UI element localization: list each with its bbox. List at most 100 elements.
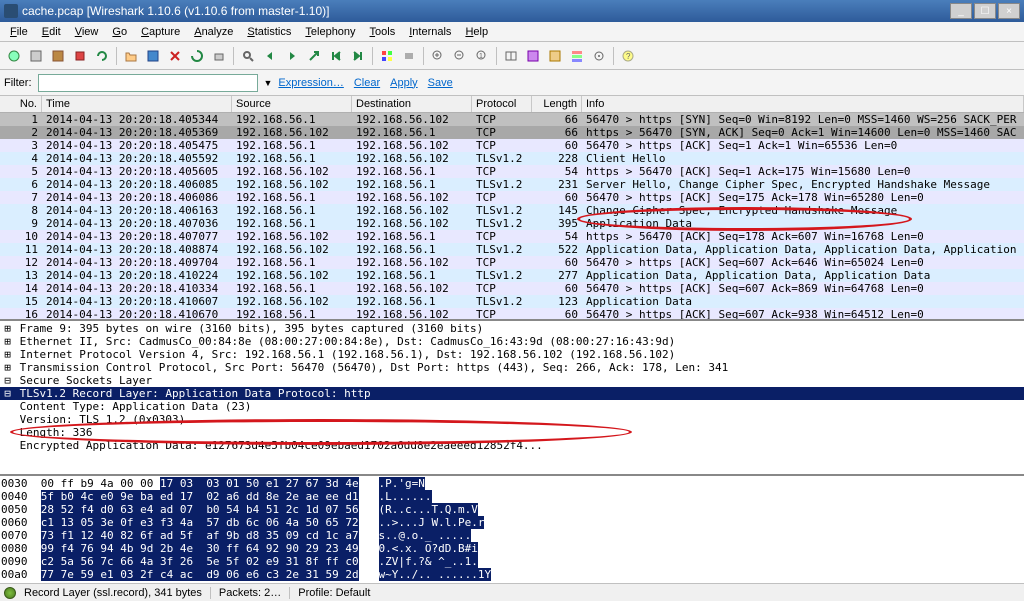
menu-edit[interactable]: Edit	[36, 24, 67, 40]
reload-icon[interactable]	[187, 46, 207, 66]
maximize-button[interactable]: ☐	[974, 3, 996, 19]
minimize-button[interactable]: _	[950, 3, 972, 19]
stop-icon[interactable]	[70, 46, 90, 66]
detail-line[interactable]: ⊟ TLSv1.2 Record Layer: Application Data…	[0, 387, 1024, 400]
packet-row[interactable]: 72014-04-13 20:20:18.406086192.168.56.11…	[0, 191, 1024, 204]
close-button[interactable]: ×	[998, 3, 1020, 19]
colorize-icon[interactable]	[377, 46, 397, 66]
hex-line[interactable]: 00a0 77 7e 59 e1 03 2f c4 ac d9 06 e6 c3…	[1, 568, 1023, 581]
packet-row[interactable]: 12014-04-13 20:20:18.405344192.168.56.11…	[0, 113, 1024, 126]
col-time[interactable]: Time	[42, 96, 232, 112]
hex-line[interactable]: 0080 99 f4 76 94 4b 9d 2b 4e 30 ff 64 92…	[1, 542, 1023, 555]
prefs-icon[interactable]	[589, 46, 609, 66]
detail-line[interactable]: Content Type: Application Data (23)	[0, 400, 1024, 413]
expression-link[interactable]: Expression…	[278, 77, 343, 89]
open-icon[interactable]	[121, 46, 141, 66]
packet-row[interactable]: 62014-04-13 20:20:18.406085192.168.56.10…	[0, 178, 1024, 191]
hex-line[interactable]: 0060 c1 13 05 3e 0f e3 f3 4a 57 db 6c 06…	[1, 516, 1023, 529]
menu-internals[interactable]: Internals	[403, 24, 457, 40]
goto-icon[interactable]	[304, 46, 324, 66]
menu-statistics[interactable]: Statistics	[241, 24, 297, 40]
app-icon	[4, 4, 18, 18]
detail-line[interactable]: Encrypted Application Data: e127673d4e5f…	[0, 439, 1024, 452]
packet-row[interactable]: 132014-04-13 20:20:18.410224192.168.56.1…	[0, 269, 1024, 282]
packet-row[interactable]: 142014-04-13 20:20:18.410334192.168.56.1…	[0, 282, 1024, 295]
zoom-out-icon[interactable]	[450, 46, 470, 66]
menu-view[interactable]: View	[69, 24, 105, 40]
filter-label: Filter:	[4, 77, 32, 89]
status-packets: Packets: 2…	[219, 587, 290, 599]
col-info[interactable]: Info	[582, 96, 1024, 112]
packet-row[interactable]: 112014-04-13 20:20:18.408874192.168.56.1…	[0, 243, 1024, 256]
zoom-reset-icon[interactable]: 1	[472, 46, 492, 66]
status-profile: Profile: Default	[298, 587, 370, 599]
toolbar: 1 ?	[0, 42, 1024, 70]
find-icon[interactable]	[238, 46, 258, 66]
save-link[interactable]: Save	[428, 77, 453, 89]
interfaces-icon[interactable]	[4, 46, 24, 66]
packet-list-header: No. Time Source Destination Protocol Len…	[0, 96, 1024, 113]
svg-text:?: ?	[626, 52, 631, 61]
packet-row[interactable]: 82014-04-13 20:20:18.406163192.168.56.11…	[0, 204, 1024, 217]
autoscroll-icon[interactable]	[399, 46, 419, 66]
menu-tools[interactable]: Tools	[364, 24, 402, 40]
zoom-in-icon[interactable]	[428, 46, 448, 66]
window-title: cache.pcap [Wireshark 1.10.6 (v1.10.6 fr…	[22, 4, 950, 18]
detail-line[interactable]: Version: TLS 1.2 (0x0303)	[0, 413, 1024, 426]
clear-link[interactable]: Clear	[354, 77, 380, 89]
restart-icon[interactable]	[92, 46, 112, 66]
hex-line[interactable]: 0030 00 ff b9 4a 00 00 17 03 03 01 50 e1…	[1, 477, 1023, 490]
detail-line[interactable]: ⊞ Internet Protocol Version 4, Src: 192.…	[0, 348, 1024, 361]
first-icon[interactable]	[326, 46, 346, 66]
expert-info-icon[interactable]	[4, 587, 16, 599]
hex-line[interactable]: 0090 c2 5a 56 7c 66 4a 3f 26 5e 5f 02 e9…	[1, 555, 1023, 568]
col-proto[interactable]: Protocol	[472, 96, 532, 112]
packet-row[interactable]: 122014-04-13 20:20:18.409704192.168.56.1…	[0, 256, 1024, 269]
detail-line[interactable]: ⊟ Secure Sockets Layer	[0, 374, 1024, 387]
close-file-icon[interactable]	[165, 46, 185, 66]
capture-filters-icon[interactable]	[523, 46, 543, 66]
packet-row[interactable]: 22014-04-13 20:20:18.405369192.168.56.10…	[0, 126, 1024, 139]
col-src[interactable]: Source	[232, 96, 352, 112]
apply-link[interactable]: Apply	[390, 77, 418, 89]
last-icon[interactable]	[348, 46, 368, 66]
packet-list[interactable]: No. Time Source Destination Protocol Len…	[0, 96, 1024, 321]
packet-row[interactable]: 102014-04-13 20:20:18.407077192.168.56.1…	[0, 230, 1024, 243]
packet-row[interactable]: 32014-04-13 20:20:18.405475192.168.56.11…	[0, 139, 1024, 152]
menu-file[interactable]: File	[4, 24, 34, 40]
col-dst[interactable]: Destination	[352, 96, 472, 112]
resize-cols-icon[interactable]	[501, 46, 521, 66]
packet-row[interactable]: 152014-04-13 20:20:18.410607192.168.56.1…	[0, 295, 1024, 308]
detail-line[interactable]: ⊞ Frame 9: 395 bytes on wire (3160 bits)…	[0, 322, 1024, 335]
help-icon[interactable]: ?	[618, 46, 638, 66]
hex-pane[interactable]: 0030 00 ff b9 4a 00 00 17 03 03 01 50 e1…	[0, 476, 1024, 583]
packet-row[interactable]: 92014-04-13 20:20:18.407036192.168.56.11…	[0, 217, 1024, 230]
packet-row[interactable]: 162014-04-13 20:20:18.410670192.168.56.1…	[0, 308, 1024, 321]
menu-help[interactable]: Help	[459, 24, 494, 40]
packet-details[interactable]: ⊞ Frame 9: 395 bytes on wire (3160 bits)…	[0, 321, 1024, 476]
coloring-rules-icon[interactable]	[567, 46, 587, 66]
menu-analyze[interactable]: Analyze	[188, 24, 239, 40]
detail-line[interactable]: ⊞ Ethernet II, Src: CadmusCo_00:84:8e (0…	[0, 335, 1024, 348]
back-icon[interactable]	[260, 46, 280, 66]
save-icon[interactable]	[143, 46, 163, 66]
hex-line[interactable]: 0040 5f b0 4c e0 9e ba ed 17 02 a6 dd 8e…	[1, 490, 1023, 503]
packet-row[interactable]: 52014-04-13 20:20:18.405605192.168.56.10…	[0, 165, 1024, 178]
menu-capture[interactable]: Capture	[135, 24, 186, 40]
forward-icon[interactable]	[282, 46, 302, 66]
detail-line[interactable]: ⊞ Transmission Control Protocol, Src Por…	[0, 361, 1024, 374]
detail-line[interactable]: Length: 336	[0, 426, 1024, 439]
col-len[interactable]: Length	[532, 96, 582, 112]
menubar: FileEditViewGoCaptureAnalyzeStatisticsTe…	[0, 22, 1024, 42]
packet-row[interactable]: 42014-04-13 20:20:18.405592192.168.56.11…	[0, 152, 1024, 165]
hex-line[interactable]: 0050 28 52 f4 d0 63 e4 ad 07 b0 54 b4 51…	[1, 503, 1023, 516]
filter-input[interactable]	[38, 74, 258, 92]
hex-line[interactable]: 0070 73 f1 12 40 82 6f ad 5f af 9b d8 35…	[1, 529, 1023, 542]
menu-go[interactable]: Go	[106, 24, 133, 40]
display-filters-icon[interactable]	[545, 46, 565, 66]
menu-telephony[interactable]: Telephony	[299, 24, 361, 40]
start-icon[interactable]	[48, 46, 68, 66]
options-icon[interactable]	[26, 46, 46, 66]
col-no[interactable]: No.	[0, 96, 42, 112]
print-icon[interactable]	[209, 46, 229, 66]
